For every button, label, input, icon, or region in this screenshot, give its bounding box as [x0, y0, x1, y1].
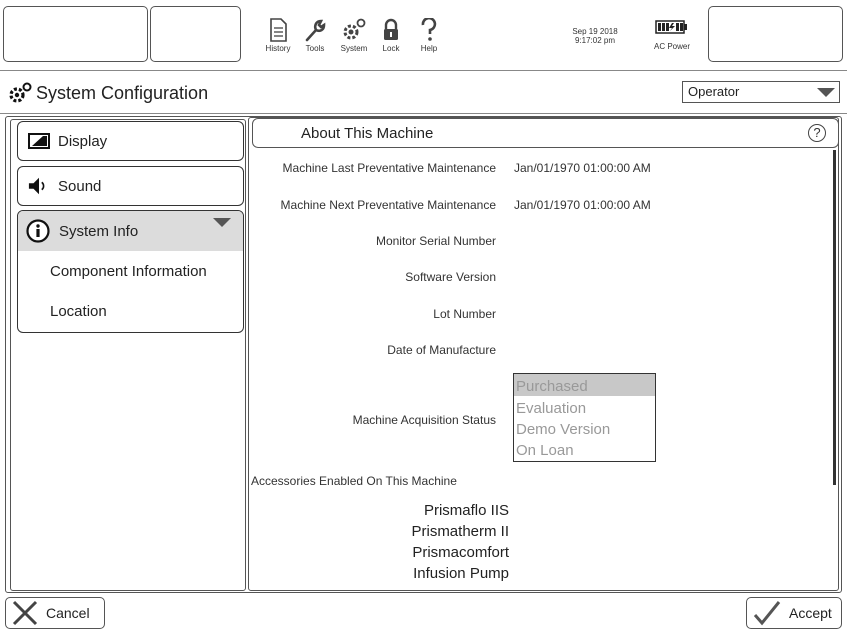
accessories-header: Accessories Enabled On This Machine: [251, 474, 457, 488]
list-option[interactable]: Evaluation: [514, 399, 655, 417]
acquisition-status-list[interactable]: Purchased Evaluation Demo Version On Loa…: [513, 373, 656, 462]
sidebar-item-system-info[interactable]: System Info: [18, 211, 243, 251]
system-button[interactable]: System: [334, 18, 374, 66]
date-text: Sep 19 2018: [572, 27, 618, 36]
help-label: Help: [420, 44, 438, 53]
status-panel-left-2: [150, 6, 241, 62]
field-label: Machine Next Preventative Maintenance: [280, 198, 496, 212]
chevron-down-icon: [817, 88, 835, 97]
help-button[interactable]: Help: [409, 18, 449, 66]
battery-plug-icon: [655, 20, 689, 36]
role-dropdown[interactable]: Operator: [682, 81, 840, 103]
sidebar-item-label: Sound: [58, 177, 102, 195]
cancel-button[interactable]: Cancel: [5, 597, 105, 629]
list-option[interactable]: Demo Version: [514, 420, 655, 438]
accept-button[interactable]: Accept: [746, 597, 842, 629]
role-selected-value: Operator: [688, 84, 740, 99]
top-toolbar: History Tools System Lock Help Sep 19 20…: [0, 0, 847, 70]
field-value: Jan/01/1970 01:00:00 AM: [514, 198, 651, 212]
list-option[interactable]: On Loan: [514, 441, 655, 459]
field-value: Jan/01/1970 01:00:00 AM: [514, 161, 651, 175]
power-status: AC Power: [642, 20, 702, 65]
help-circle-icon[interactable]: ?: [808, 124, 826, 142]
divider: [0, 113, 847, 114]
field-label: Machine Last Preventative Maintenance: [282, 161, 496, 175]
acquisition-status-label: Machine Acquisition Status: [352, 413, 496, 427]
field-label: Software Version: [405, 270, 496, 284]
list-option[interactable]: Purchased: [514, 374, 655, 396]
field-label: Monitor Serial Number: [375, 234, 496, 248]
content-panel: About This Machine ? Machine Last Preven…: [248, 117, 839, 591]
info-icon: [26, 219, 50, 243]
accessory-item: Prismatherm II: [411, 523, 509, 540]
time-text: 9:17:02 pm: [574, 36, 616, 45]
page-title: System Configuration: [36, 83, 209, 103]
accessory-item: Prismacomfort: [412, 544, 509, 561]
sidebar-item-label: Display: [58, 132, 108, 150]
history-label: History: [265, 44, 291, 53]
lock-icon: [382, 18, 400, 42]
cancel-label: Cancel: [46, 605, 90, 621]
chevron-down-icon: [213, 218, 231, 227]
sidebar-subitem-location[interactable]: Location: [50, 303, 107, 320]
accept-label: Accept: [789, 605, 832, 621]
power-label: AC Power: [653, 42, 690, 51]
sidebar-item-display[interactable]: Display: [17, 121, 244, 161]
monitor-icon: [28, 133, 50, 149]
system-label: System: [340, 44, 368, 53]
content-header: About This Machine ?: [252, 118, 838, 148]
status-panel-left: [3, 6, 148, 62]
tools-button[interactable]: Tools: [295, 18, 335, 66]
lock-button[interactable]: Lock: [371, 18, 411, 66]
lock-label: Lock: [382, 44, 400, 53]
title-row: System Configuration Operator: [0, 71, 847, 113]
history-button[interactable]: History: [258, 18, 298, 66]
gears-icon: [8, 82, 32, 109]
sidebar-item-label: System Info: [59, 222, 139, 240]
sidebar-subitem-component-information[interactable]: Component Information: [50, 263, 207, 280]
checkmark-icon: [753, 600, 781, 626]
clock: Sep 19 2018 9:17:02 pm: [560, 27, 630, 45]
history-icon: [269, 18, 287, 42]
speaker-icon: [28, 176, 50, 196]
close-x-icon: [12, 600, 38, 626]
scrollbar[interactable]: [833, 150, 836, 485]
sidebar-item-sound[interactable]: Sound: [17, 166, 244, 206]
field-label: Date of Manufacture: [387, 343, 496, 357]
gear-icon: [341, 18, 367, 42]
tools-label: Tools: [305, 44, 325, 53]
accessory-item: Prismaflo IIS: [423, 502, 509, 519]
section-title: About This Machine: [301, 125, 434, 142]
question-mark-icon: [420, 18, 438, 42]
status-panel-right: [708, 6, 843, 62]
accessory-item: Infusion Pump: [413, 565, 509, 582]
wrench-icon: [304, 18, 326, 42]
sidebar-group-system-info: System Info Component Information Locati…: [17, 210, 244, 333]
field-label: Lot Number: [433, 307, 496, 321]
